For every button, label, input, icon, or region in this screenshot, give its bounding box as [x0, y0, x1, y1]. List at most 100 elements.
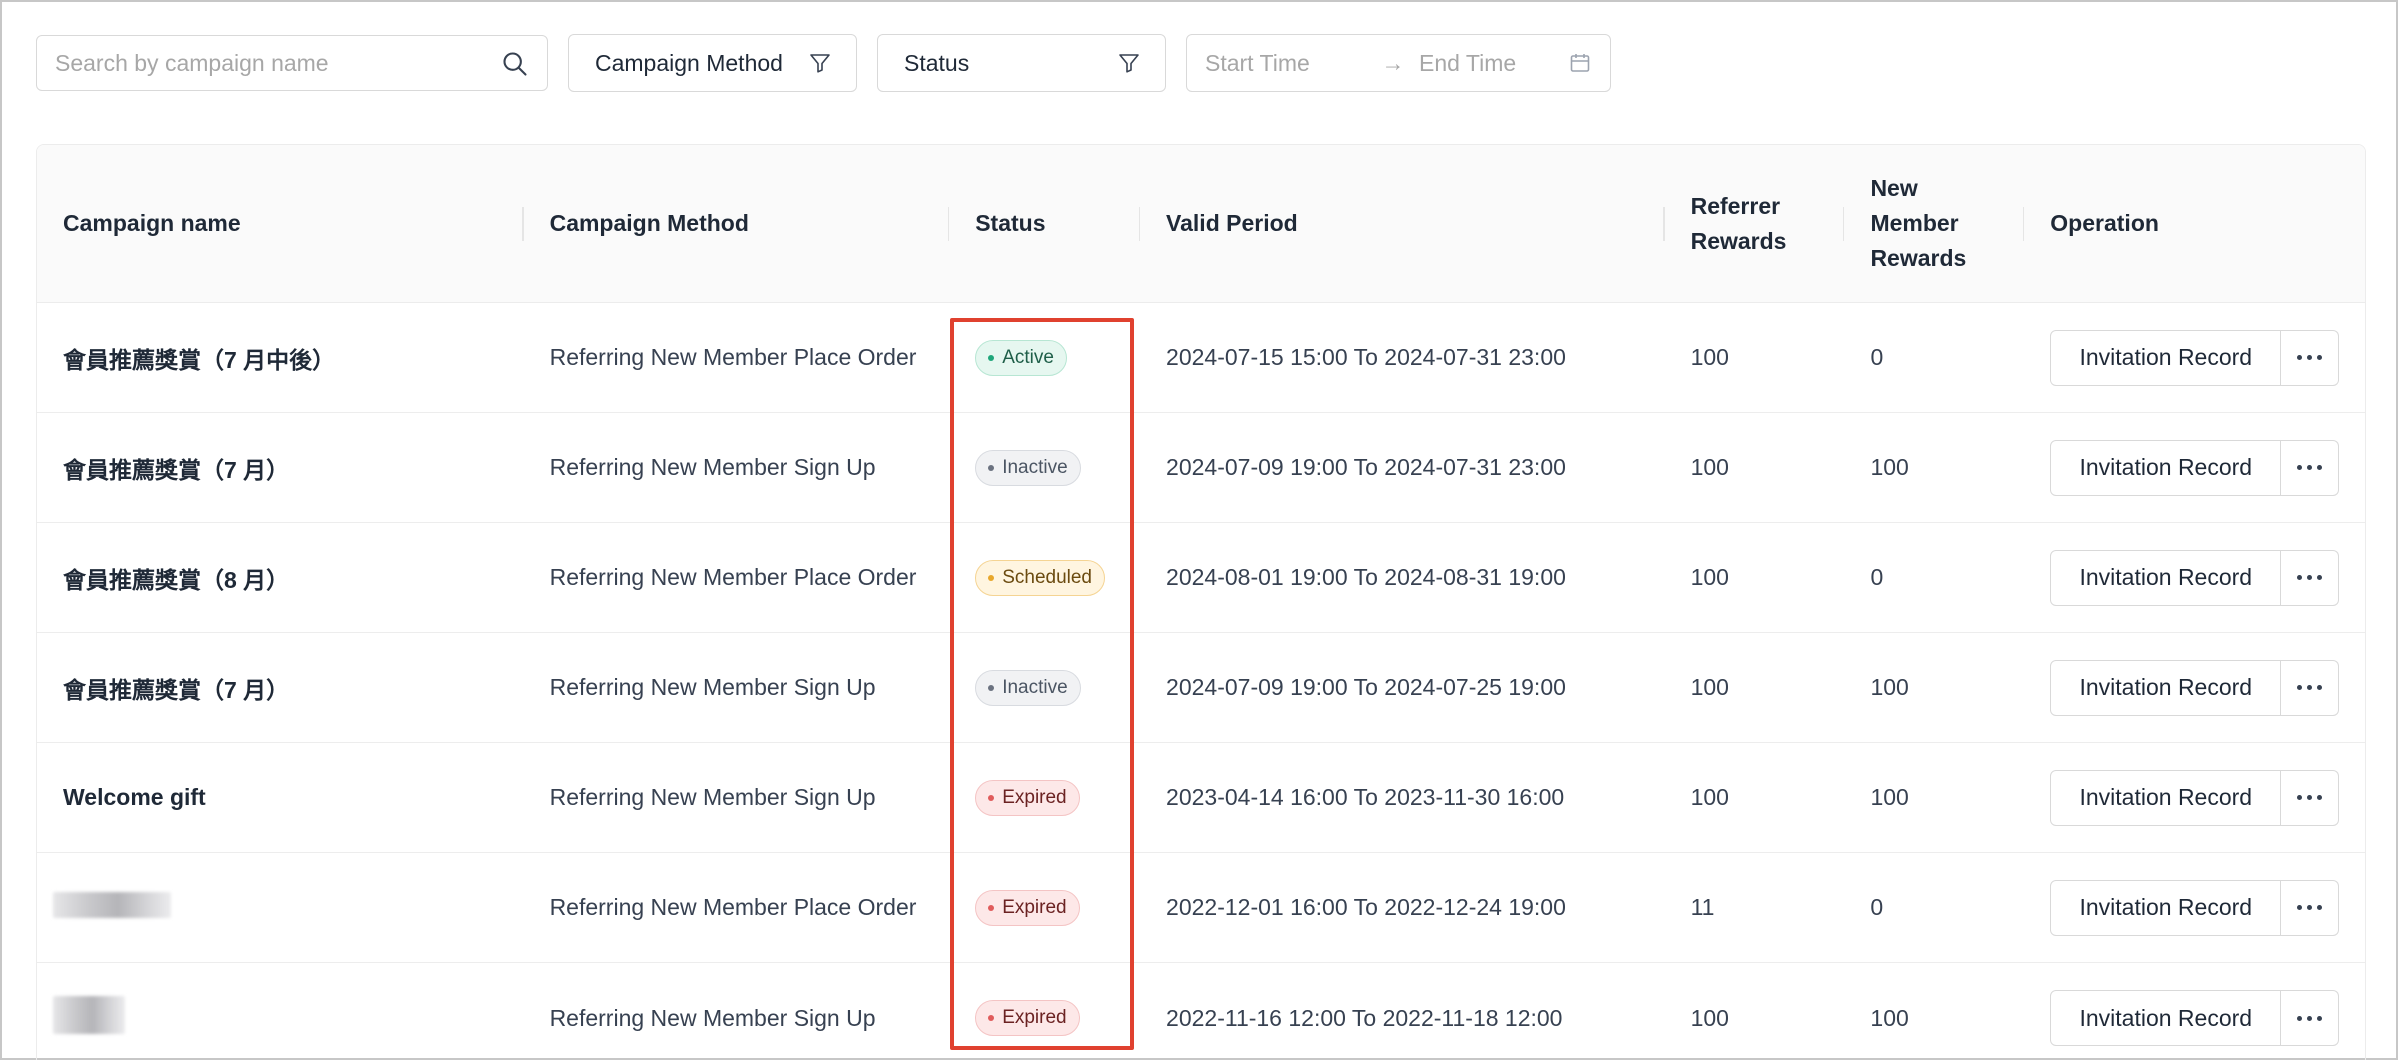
referrer-rewards: 100 — [1690, 344, 1729, 370]
table-row[interactable]: Referring New Member Sign Up Expired 202… — [37, 963, 2365, 1060]
invitation-record-button[interactable]: Invitation Record — [2050, 549, 2282, 606]
table-row[interactable]: 會員推薦獎賞（7 月中後） Referring New Member Place… — [37, 303, 2365, 413]
header-campaign-method[interactable]: Campaign Method — [524, 206, 950, 241]
new-member-rewards: 0 — [1870, 344, 1884, 370]
valid-period: 2024-07-15 15:00 To 2024-07-31 23:00 — [1166, 344, 1566, 370]
status-badge: Active — [975, 339, 1067, 376]
header-operation: Operation — [2050, 210, 2159, 236]
referrer-rewards: 100 — [1690, 784, 1729, 810]
search-input[interactable] — [37, 36, 547, 90]
referrer-rewards: 11 — [1690, 894, 1715, 920]
new-member-rewards: 100 — [1870, 784, 1909, 810]
more-dots-icon — [2297, 905, 2323, 910]
more-actions-button[interactable] — [2281, 990, 2340, 1046]
status-text: Expired — [1002, 786, 1067, 808]
invitation-record-button[interactable]: Invitation Record — [2050, 439, 2282, 496]
calendar-icon[interactable] — [1568, 51, 1592, 75]
more-dots-icon — [2297, 465, 2323, 470]
header-referrer-rewards-line2: Rewards — [1690, 227, 1787, 254]
header-campaign-name[interactable]: Campaign name — [37, 206, 524, 241]
valid-period: 2022-12-01 16:00 To 2022-12-24 19:00 — [1166, 894, 1566, 920]
search-box[interactable] — [36, 35, 548, 91]
valid-period: 2024-07-09 19:00 To 2024-07-31 23:00 — [1166, 454, 1566, 480]
header-new-member-rewards-line3: Rewards — [1870, 245, 1967, 271]
status-dot — [988, 1015, 995, 1021]
status-dot — [988, 354, 995, 361]
more-actions-button[interactable] — [2281, 769, 2340, 826]
campaign-name[interactable]: 會員推薦獎賞（7 月） — [37, 671, 524, 705]
more-actions-button[interactable] — [2281, 879, 2340, 936]
campaign-method-filter[interactable]: Campaign Method — [568, 34, 857, 92]
valid-period: 2024-08-01 19:00 To 2024-08-31 19:00 — [1166, 564, 1566, 590]
more-dots-icon — [2297, 355, 2323, 360]
end-time-input[interactable]: End Time — [1419, 50, 1516, 77]
status-text: Active — [1002, 346, 1054, 368]
header-valid-period[interactable]: Valid Period — [1140, 206, 1665, 241]
status-filter[interactable]: Status — [877, 34, 1166, 92]
header-new-member-rewards[interactable]: New Member Rewards — [1844, 171, 2025, 276]
more-actions-button[interactable] — [2281, 659, 2340, 716]
header-referrer-rewards-line1: Referrer — [1690, 192, 1781, 219]
status-cell: Scheduled — [949, 559, 1140, 596]
referrer-rewards: 100 — [1690, 564, 1729, 590]
status-filter-label: Status — [904, 49, 970, 76]
header-new-member-rewards-line2: Member — [1870, 210, 1959, 236]
status-cell: Expired — [949, 779, 1140, 816]
status-dot — [988, 904, 995, 911]
campaign-table: Campaign name Campaign Method Status Val… — [36, 144, 2366, 1060]
redacted-text — [53, 891, 171, 918]
campaign-method: Referring New Member Sign Up — [549, 784, 876, 810]
invitation-record-button[interactable]: Invitation Record — [2050, 769, 2282, 826]
new-member-rewards: 0 — [1870, 894, 1884, 920]
campaign-method: Referring New Member Sign Up — [549, 1004, 876, 1031]
operation-cell: Invitation Record — [2024, 659, 2365, 716]
start-time-input[interactable]: Start Time — [1205, 50, 1375, 77]
status-cell: Inactive — [949, 449, 1140, 486]
more-dots-icon — [2297, 685, 2323, 690]
valid-period: 2024-07-09 19:00 To 2024-07-25 19:00 — [1166, 674, 1566, 700]
campaign-name[interactable]: Welcome gift — [37, 784, 524, 811]
table-row[interactable]: 會員推薦獎賞（8 月） Referring New Member Place O… — [37, 523, 2365, 633]
campaign-name-redacted[interactable] — [37, 996, 524, 1040]
table-row[interactable]: Referring New Member Place Order Expired… — [37, 853, 2365, 963]
header-status[interactable]: Status — [949, 206, 1140, 241]
date-range-picker[interactable]: Start Time → End Time — [1186, 34, 1611, 92]
table-row[interactable]: Welcome gift Referring New Member Sign U… — [37, 743, 2365, 853]
status-cell: Inactive — [949, 669, 1140, 706]
campaign-method: Referring New Member Sign Up — [549, 454, 876, 480]
campaign-name[interactable]: 會員推薦獎賞（7 月） — [37, 451, 524, 485]
header-referrer-rewards[interactable]: Referrer Rewards — [1665, 189, 1845, 259]
invitation-record-button[interactable]: Invitation Record — [2050, 990, 2282, 1046]
filter-bar: Campaign Method Status Start Time → End … — [36, 34, 1611, 92]
invitation-record-button[interactable]: Invitation Record — [2050, 329, 2282, 386]
more-actions-button[interactable] — [2281, 439, 2340, 496]
invitation-record-button[interactable]: Invitation Record — [2050, 879, 2282, 936]
search-icon[interactable] — [501, 50, 529, 78]
operation-cell: Invitation Record — [2024, 549, 2365, 606]
status-text: Inactive — [1002, 456, 1068, 478]
valid-period: 2023-04-14 16:00 To 2023-11-30 16:00 — [1166, 784, 1565, 810]
campaign-name[interactable]: 會員推薦獎賞（8 月） — [37, 561, 524, 595]
status-badge: Inactive — [975, 669, 1081, 706]
table-row[interactable]: 會員推薦獎賞（7 月） Referring New Member Sign Up… — [37, 633, 2365, 743]
status-dot — [988, 464, 995, 471]
campaign-name[interactable]: 會員推薦獎賞（7 月中後） — [37, 341, 524, 375]
new-member-rewards: 100 — [1870, 454, 1909, 480]
operation-cell: Invitation Record — [2024, 439, 2365, 496]
status-cell: Expired — [949, 889, 1140, 926]
operation-cell: Invitation Record — [2024, 990, 2365, 1046]
operation-cell: Invitation Record — [2024, 769, 2365, 826]
more-dots-icon — [2297, 1015, 2323, 1021]
table-row[interactable]: 會員推薦獎賞（7 月） Referring New Member Sign Up… — [37, 413, 2365, 523]
status-text: Expired — [1002, 896, 1067, 918]
status-dot — [988, 794, 995, 801]
range-arrow-icon: → — [1381, 49, 1405, 76]
operation-cell: Invitation Record — [2024, 879, 2365, 936]
more-actions-button[interactable] — [2281, 549, 2340, 606]
invitation-record-button[interactable]: Invitation Record — [2050, 659, 2282, 716]
table-header: Campaign name Campaign Method Status Val… — [37, 145, 2365, 303]
more-actions-button[interactable] — [2281, 329, 2340, 386]
campaign-name-redacted[interactable] — [37, 891, 524, 924]
campaign-method: Referring New Member Sign Up — [549, 674, 876, 700]
referrer-rewards: 100 — [1690, 1004, 1729, 1031]
